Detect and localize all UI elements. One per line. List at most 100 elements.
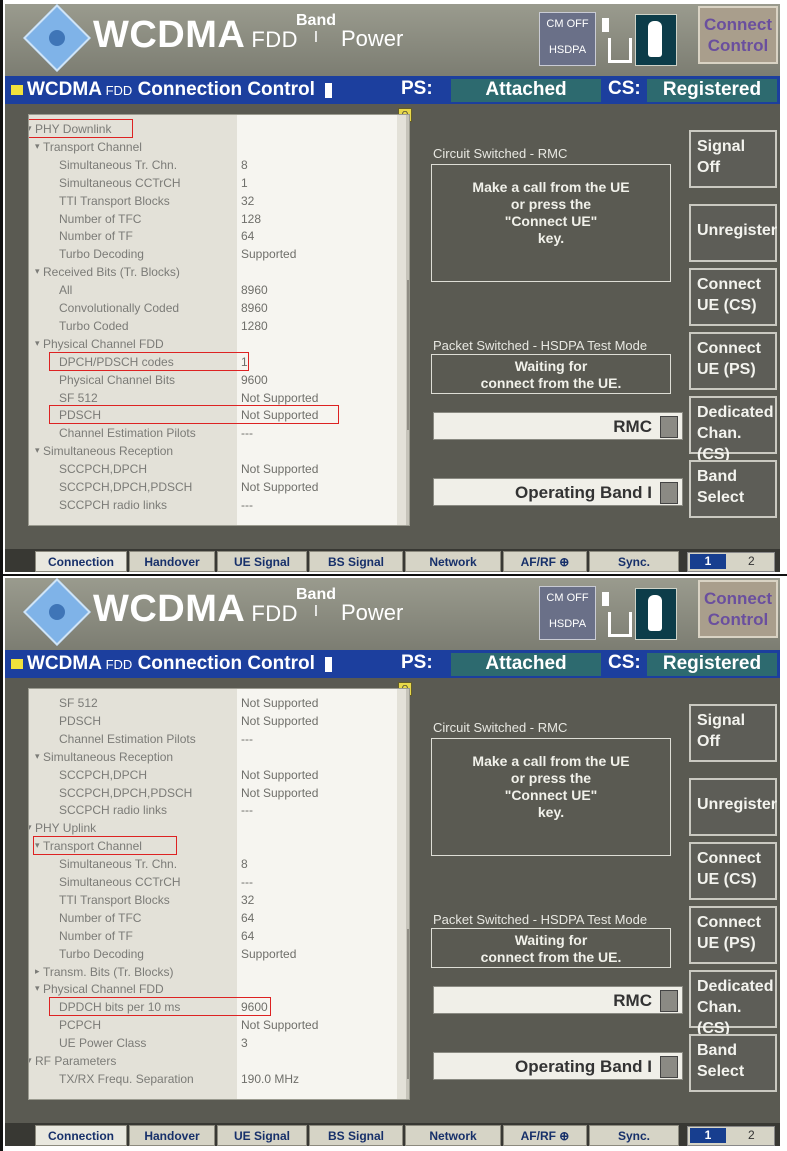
- expand-arrow-icon[interactable]: ▾: [35, 983, 40, 994]
- tree-row[interactable]: ▾ Physical Channel FDD: [29, 336, 399, 353]
- dropdown-arrow-icon[interactable]: [660, 990, 678, 1012]
- connect-control-button[interactable]: Connect Control: [698, 6, 778, 64]
- unregister-button[interactable]: Unregister: [689, 778, 777, 836]
- tree-row[interactable]: ▾ Physical Channel FDD: [29, 981, 399, 998]
- page-1[interactable]: 1: [690, 554, 726, 569]
- dropdown-arrow-icon[interactable]: [660, 416, 678, 438]
- dropdown-arrow-icon[interactable]: [660, 482, 678, 504]
- expand-arrow-icon[interactable]: ▾: [35, 266, 40, 277]
- unregister-button[interactable]: Unregister: [689, 204, 777, 262]
- page-2[interactable]: 2: [748, 554, 755, 568]
- tree-row[interactable]: Simultaneous Tr. Chn. 8: [29, 157, 399, 174]
- tree-row[interactable]: Number of TFC 128: [29, 211, 399, 228]
- tab-connection[interactable]: Connection: [35, 551, 127, 572]
- dedicated-chan-cs-button[interactable]: Dedicated Chan. (CS): [689, 970, 777, 1037]
- page-1[interactable]: 1: [690, 1128, 726, 1143]
- tab-ue-signal[interactable]: UE Signal: [217, 1125, 307, 1146]
- page-selector[interactable]: 12: [687, 552, 775, 572]
- band-select-button[interactable]: Band Select: [689, 1034, 777, 1092]
- scrollbar-thumb[interactable]: [407, 280, 409, 430]
- tree-row[interactable]: TTI Transport Blocks 32: [29, 193, 399, 210]
- tree-row[interactable]: ▾RF Parameters: [29, 1053, 399, 1070]
- tree-row[interactable]: SCCPCH,DPCH Not Supported: [29, 461, 399, 478]
- dedicated-chan-cs-button[interactable]: Dedicated Chan. (CS): [689, 396, 777, 463]
- tab-sync[interactable]: Sync.: [589, 551, 679, 572]
- tree-row[interactable]: Channel Estimation Pilots ---: [29, 731, 399, 748]
- tab-ue-signal[interactable]: UE Signal: [217, 551, 307, 572]
- tree-row[interactable]: Physical Channel Bits 9600: [29, 372, 399, 389]
- tree-row[interactable]: TX/RX Frequ. Separation 190.0 MHz: [29, 1071, 399, 1088]
- minimize-icon[interactable]: [11, 659, 23, 669]
- tree-row[interactable]: ▾ Simultaneous Reception: [29, 443, 399, 460]
- tree-row[interactable]: Channel Estimation Pilots ---: [29, 425, 399, 442]
- tree-row[interactable]: SCCPCH radio links ---: [29, 497, 399, 514]
- tab-bs-signal[interactable]: BS Signal: [309, 1125, 403, 1146]
- signal-off-button[interactable]: Signal Off: [689, 704, 777, 762]
- minimize-icon[interactable]: [11, 85, 23, 95]
- ue-capabilities-tree[interactable]: SF 512 Not Supported PDSCH Not Supported Cha…: [28, 688, 410, 1100]
- connect-ue-ps-button[interactable]: Connect UE (PS): [689, 906, 777, 964]
- expand-arrow-icon[interactable]: ▾: [35, 338, 40, 349]
- cs-label: CS:: [608, 78, 641, 99]
- tree-row[interactable]: ▸ Transm. Bits (Tr. Blocks): [29, 964, 399, 981]
- tree-row[interactable]: Number of TF 64: [29, 928, 399, 945]
- hand-icon[interactable]: [635, 588, 677, 640]
- ue-capabilities-tree[interactable]: ▾PHY Downlink▾Transport ChannelSimultane…: [28, 114, 410, 526]
- rmc-select[interactable]: RMC: [433, 986, 683, 1014]
- hand-icon[interactable]: [635, 14, 677, 66]
- tab-connection[interactable]: Connection: [35, 1125, 127, 1146]
- signal-off-button[interactable]: Signal Off: [689, 130, 777, 188]
- tree-row[interactable]: PDSCH Not Supported: [29, 713, 399, 730]
- tree-row[interactable]: UE Power Class 3: [29, 1035, 399, 1052]
- tree-row[interactable]: Simultaneous Tr. Chn. 8: [29, 856, 399, 873]
- tree-row[interactable]: Convolutionally Coded 8960: [29, 300, 399, 317]
- tree-row[interactable]: SCCPCH,DPCH Not Supported: [29, 767, 399, 784]
- tree-row[interactable]: SCCPCH radio links ---: [29, 802, 399, 819]
- tree-row-label: SCCPCH radio links: [59, 497, 168, 512]
- tree-row[interactable]: Number of TF 64: [29, 228, 399, 245]
- connect-control-button[interactable]: Connect Control: [698, 580, 778, 638]
- tree-row[interactable]: SCCPCH,DPCH,PDSCH Not Supported: [29, 785, 399, 802]
- expand-arrow-icon[interactable]: ▾: [35, 751, 40, 762]
- tree-row[interactable]: TTI Transport Blocks 32: [29, 892, 399, 909]
- tab-handover[interactable]: Handover: [129, 1125, 215, 1146]
- expand-arrow-icon[interactable]: ▾: [35, 445, 40, 456]
- tree-row[interactable]: SF 512 Not Supported: [29, 695, 399, 712]
- tab-bs-signal[interactable]: BS Signal: [309, 551, 403, 572]
- tree-row[interactable]: Turbo Coded 1280: [29, 318, 399, 335]
- tree-row[interactable]: ▾ Received Bits (Tr. Blocks): [29, 264, 399, 281]
- tree-row[interactable]: SCCPCH,DPCH,PDSCH Not Supported: [29, 479, 399, 496]
- tree-row[interactable]: ▾ Transport Channel: [29, 139, 399, 156]
- expand-arrow-icon[interactable]: ▾: [35, 141, 40, 152]
- connect-ue-ps-button[interactable]: Connect UE (PS): [689, 332, 777, 390]
- scrollbar-thumb[interactable]: [407, 929, 409, 1079]
- expand-arrow-icon[interactable]: ▾: [29, 822, 32, 833]
- operating-band-select[interactable]: Operating Band I: [433, 478, 683, 506]
- dropdown-arrow-icon[interactable]: [660, 1056, 678, 1078]
- tab-network[interactable]: Network: [405, 1125, 501, 1146]
- tree-row[interactable]: Simultaneous CCTrCH ---: [29, 874, 399, 891]
- band-select-button[interactable]: Band Select: [689, 460, 777, 518]
- tree-row[interactable]: PCPCH Not Supported: [29, 1017, 399, 1034]
- tab-network[interactable]: Network: [405, 551, 501, 572]
- tab-handover[interactable]: Handover: [129, 551, 215, 572]
- page-2[interactable]: 2: [748, 1128, 755, 1142]
- tab-af-rf[interactable]: AF/RF ⊕: [503, 1125, 587, 1146]
- tree-row[interactable]: Number of TFC 64: [29, 910, 399, 927]
- rmc-select[interactable]: RMC: [433, 412, 683, 440]
- connect-ue-cs-button[interactable]: Connect UE (CS): [689, 842, 777, 900]
- expand-arrow-icon[interactable]: ▾: [29, 1055, 32, 1066]
- tree-row[interactable]: SF 512 Not Supported: [29, 390, 399, 407]
- tab-sync[interactable]: Sync.: [589, 1125, 679, 1146]
- tree-row[interactable]: Turbo Decoding Supported: [29, 246, 399, 263]
- page-selector[interactable]: 12: [687, 1126, 775, 1146]
- tab-af-rf[interactable]: AF/RF ⊕: [503, 551, 587, 572]
- tree-row[interactable]: All 8960: [29, 282, 399, 299]
- operating-band-select[interactable]: Operating Band I: [433, 1052, 683, 1080]
- tree-row[interactable]: ▾ Simultaneous Reception: [29, 749, 399, 766]
- tree-row[interactable]: Simultaneous CCTrCH 1: [29, 175, 399, 192]
- connect-ue-cs-button[interactable]: Connect UE (CS): [689, 268, 777, 326]
- tree-row[interactable]: Turbo Decoding Supported: [29, 946, 399, 963]
- tree-row[interactable]: ▾PHY Uplink: [29, 820, 399, 837]
- collapse-arrow-icon[interactable]: ▸: [35, 966, 40, 977]
